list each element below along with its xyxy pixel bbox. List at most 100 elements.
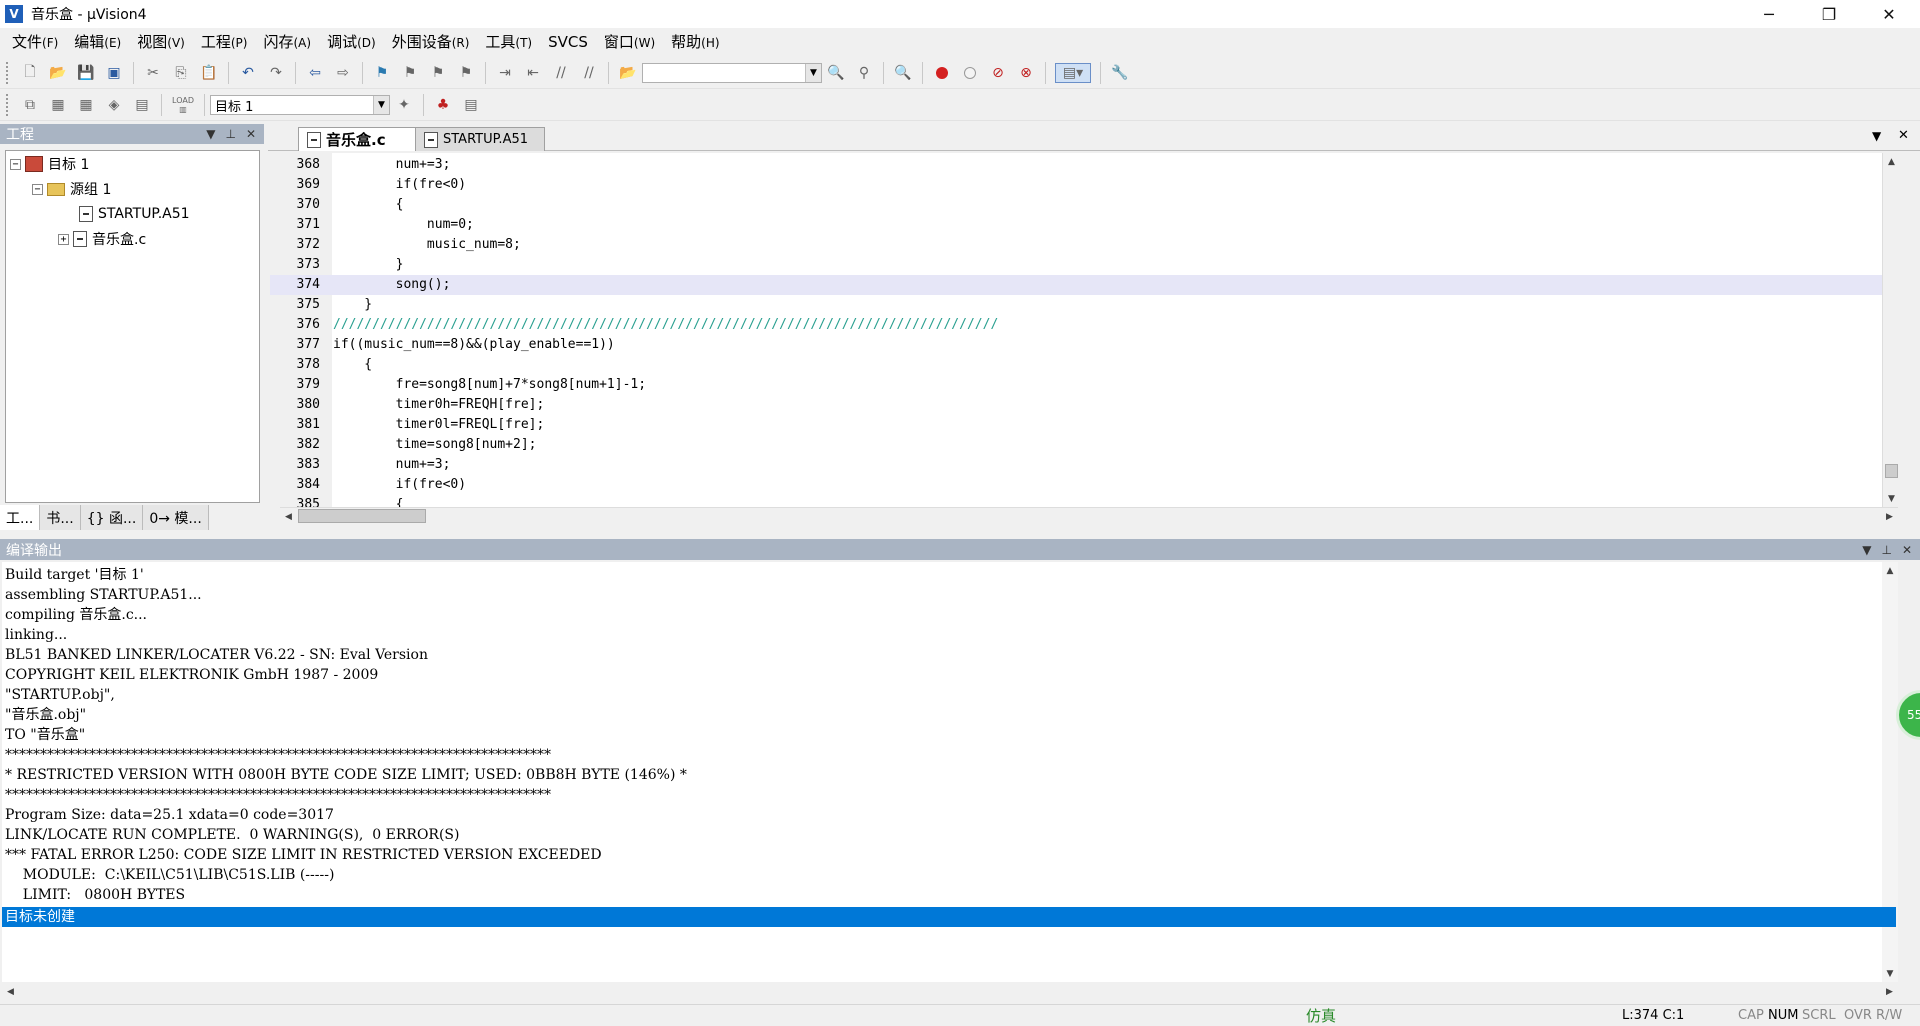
code-line[interactable]: 373 } (270, 255, 1898, 275)
toolbar-grip[interactable] (6, 94, 10, 116)
editor-vertical-scrollbar[interactable]: ▲ ▼ (1882, 153, 1899, 507)
code-line[interactable]: 380 timer0h=FREQH[fre]; (270, 395, 1898, 415)
menu-window[interactable]: 窗口(W) (596, 28, 663, 56)
scroll-up-icon[interactable]: ▲ (1883, 153, 1900, 170)
breakpoint-insert-icon[interactable] (932, 63, 952, 83)
code-line[interactable]: 377 if((music_num==8)&&(play_enable==1)) (270, 335, 1898, 355)
maximize-button[interactable]: ❐ (1806, 0, 1852, 28)
floating-badge[interactable]: 55 (1896, 690, 1920, 740)
undo-icon[interactable]: ↶ (238, 63, 258, 83)
menu-project[interactable]: 工程(P) (193, 28, 256, 56)
collapse-icon[interactable]: − (32, 183, 43, 195)
cut-icon[interactable]: ✂ (143, 63, 163, 83)
bookmark-prev-icon[interactable]: ⚑ (400, 63, 420, 83)
pin-icon[interactable]: ⊥ (225, 127, 235, 141)
manage-components-icon[interactable]: ♣ (433, 95, 453, 115)
panel-menu-icon[interactable]: ▼ (206, 127, 215, 141)
find-in-files-icon[interactable]: 📂 (618, 63, 638, 83)
rebuild-icon[interactable]: ▦ (76, 95, 96, 115)
collapse-icon[interactable]: − (10, 158, 21, 170)
open-file-icon[interactable]: 📂 (48, 63, 68, 83)
tree-item-file[interactable]: STARTUP.A51 (79, 203, 190, 225)
menu-view[interactable]: 视图(V) (129, 28, 193, 56)
stop-build-icon[interactable]: ▤ (132, 95, 152, 115)
scroll-left-icon[interactable]: ◀ (280, 508, 297, 525)
menu-help[interactable]: 帮助(H) (663, 28, 727, 56)
close-icon[interactable]: ✕ (246, 127, 256, 141)
code-line[interactable]: 385 { (270, 495, 1898, 507)
pin-icon[interactable]: ⊥ (1881, 543, 1891, 557)
tree-item-target[interactable]: − 目标 1 (10, 153, 89, 175)
menu-edit[interactable]: 编辑(E) (66, 28, 129, 56)
batch-build-icon[interactable]: ◈ (104, 95, 124, 115)
scroll-down-icon[interactable]: ▼ (1882, 965, 1898, 982)
code-line[interactable]: 384 if(fre<0) (270, 475, 1898, 495)
breakpoint-enable-icon[interactable] (960, 63, 980, 83)
unindent-icon[interactable]: ⇤ (523, 63, 543, 83)
tree-item-file[interactable]: + 音乐盒.c (58, 228, 146, 250)
uncomment-icon[interactable]: // (579, 63, 599, 83)
menu-debug[interactable]: 调试(D) (319, 28, 384, 56)
tree-item-group[interactable]: − 源组 1 (32, 178, 111, 200)
code-line[interactable]: 370 { (270, 195, 1898, 215)
code-line[interactable]: 378 { (270, 355, 1898, 375)
scroll-thumb[interactable] (298, 509, 426, 523)
target-options-icon[interactable]: ✦ (394, 95, 414, 115)
tab-list-icon[interactable]: ▼ (1872, 129, 1881, 143)
code-line[interactable]: 383 num+=3; (270, 455, 1898, 475)
code-line[interactable]: 382 time=song8[num+2]; (270, 435, 1898, 455)
tab-music-box-c[interactable]: 音乐盒.c (298, 127, 416, 151)
minimize-button[interactable]: ─ (1746, 0, 1792, 28)
menu-tools[interactable]: 工具(T) (477, 28, 540, 56)
find-combo[interactable]: ▼ (642, 63, 822, 83)
tab-functions[interactable]: {} 函... (80, 505, 144, 530)
menu-peripherals[interactable]: 外围设备(R) (384, 28, 478, 56)
bookmark-next-icon[interactable]: ⚑ (428, 63, 448, 83)
toolbar-grip[interactable] (6, 62, 10, 84)
tab-startup-a51[interactable]: STARTUP.A51 (415, 127, 545, 151)
code-line[interactable]: 374 song(); (270, 275, 1898, 295)
panel-menu-icon[interactable]: ▼ (1862, 543, 1871, 557)
code-line[interactable]: 371 num=0; (270, 215, 1898, 235)
code-line[interactable]: 368 num+=3; (270, 155, 1898, 175)
debug-session-icon[interactable]: 🔍 (893, 63, 913, 83)
download-icon[interactable]: LOAD ▥ (171, 95, 195, 115)
find-icon[interactable]: 🔍 (826, 63, 846, 83)
code-line[interactable]: 379 fre=song8[num]+7*song8[num+1]-1; (270, 375, 1898, 395)
window-layout-icon[interactable]: ▤▾ (1055, 63, 1091, 83)
save-icon[interactable]: 💾 (76, 63, 96, 83)
chevron-down-icon[interactable]: ▼ (373, 96, 389, 114)
scroll-right-icon[interactable]: ▶ (1881, 983, 1898, 1000)
translate-icon[interactable]: ⧉ (20, 95, 40, 115)
redo-icon[interactable]: ↷ (266, 63, 286, 83)
new-file-icon[interactable]: 🗋 (20, 63, 40, 83)
tab-books[interactable]: 书... (40, 505, 81, 530)
chevron-down-icon[interactable]: ▼ (805, 64, 821, 82)
breakpoint-disable-all-icon[interactable]: ⊘ (988, 63, 1008, 83)
editor-horizontal-scrollbar[interactable]: ◀ ▶ (280, 507, 1898, 524)
close-icon[interactable]: ✕ (1898, 128, 1909, 143)
save-all-icon[interactable]: ▣ (104, 63, 124, 83)
code-line[interactable]: 381 timer0l=FREQL[fre]; (270, 415, 1898, 435)
configure-icon[interactable]: 🔧 (1110, 63, 1130, 83)
menu-flash[interactable]: 闪存(A) (255, 28, 319, 56)
menu-svcs[interactable]: SVCS (540, 28, 596, 56)
output-line-selected[interactable]: 目标未创建 (2, 907, 1896, 927)
target-select[interactable]: 目标 1 ▼ (210, 95, 390, 115)
output-horizontal-scrollbar[interactable]: ◀ ▶ (2, 983, 1898, 1000)
tab-project[interactable]: 工... (0, 505, 41, 530)
code-line[interactable]: 375 } (270, 295, 1898, 315)
expand-icon[interactable]: + (58, 233, 69, 245)
copy-icon[interactable]: ⎘ (171, 63, 191, 83)
comment-icon[interactable]: // (551, 63, 571, 83)
code-line[interactable]: 372 music_num=8; (270, 235, 1898, 255)
close-icon[interactable]: ✕ (1902, 543, 1912, 557)
build-icon[interactable]: ▦ (48, 95, 68, 115)
bookmark-clear-icon[interactable]: ⚑ (456, 63, 476, 83)
menu-file[interactable]: 文件(F) (4, 28, 66, 56)
scroll-thumb[interactable] (1885, 464, 1898, 478)
indent-icon[interactable]: ⇥ (495, 63, 515, 83)
scroll-left-icon[interactable]: ◀ (2, 983, 19, 1000)
scroll-down-icon[interactable]: ▼ (1883, 490, 1900, 507)
scroll-right-icon[interactable]: ▶ (1881, 508, 1898, 525)
